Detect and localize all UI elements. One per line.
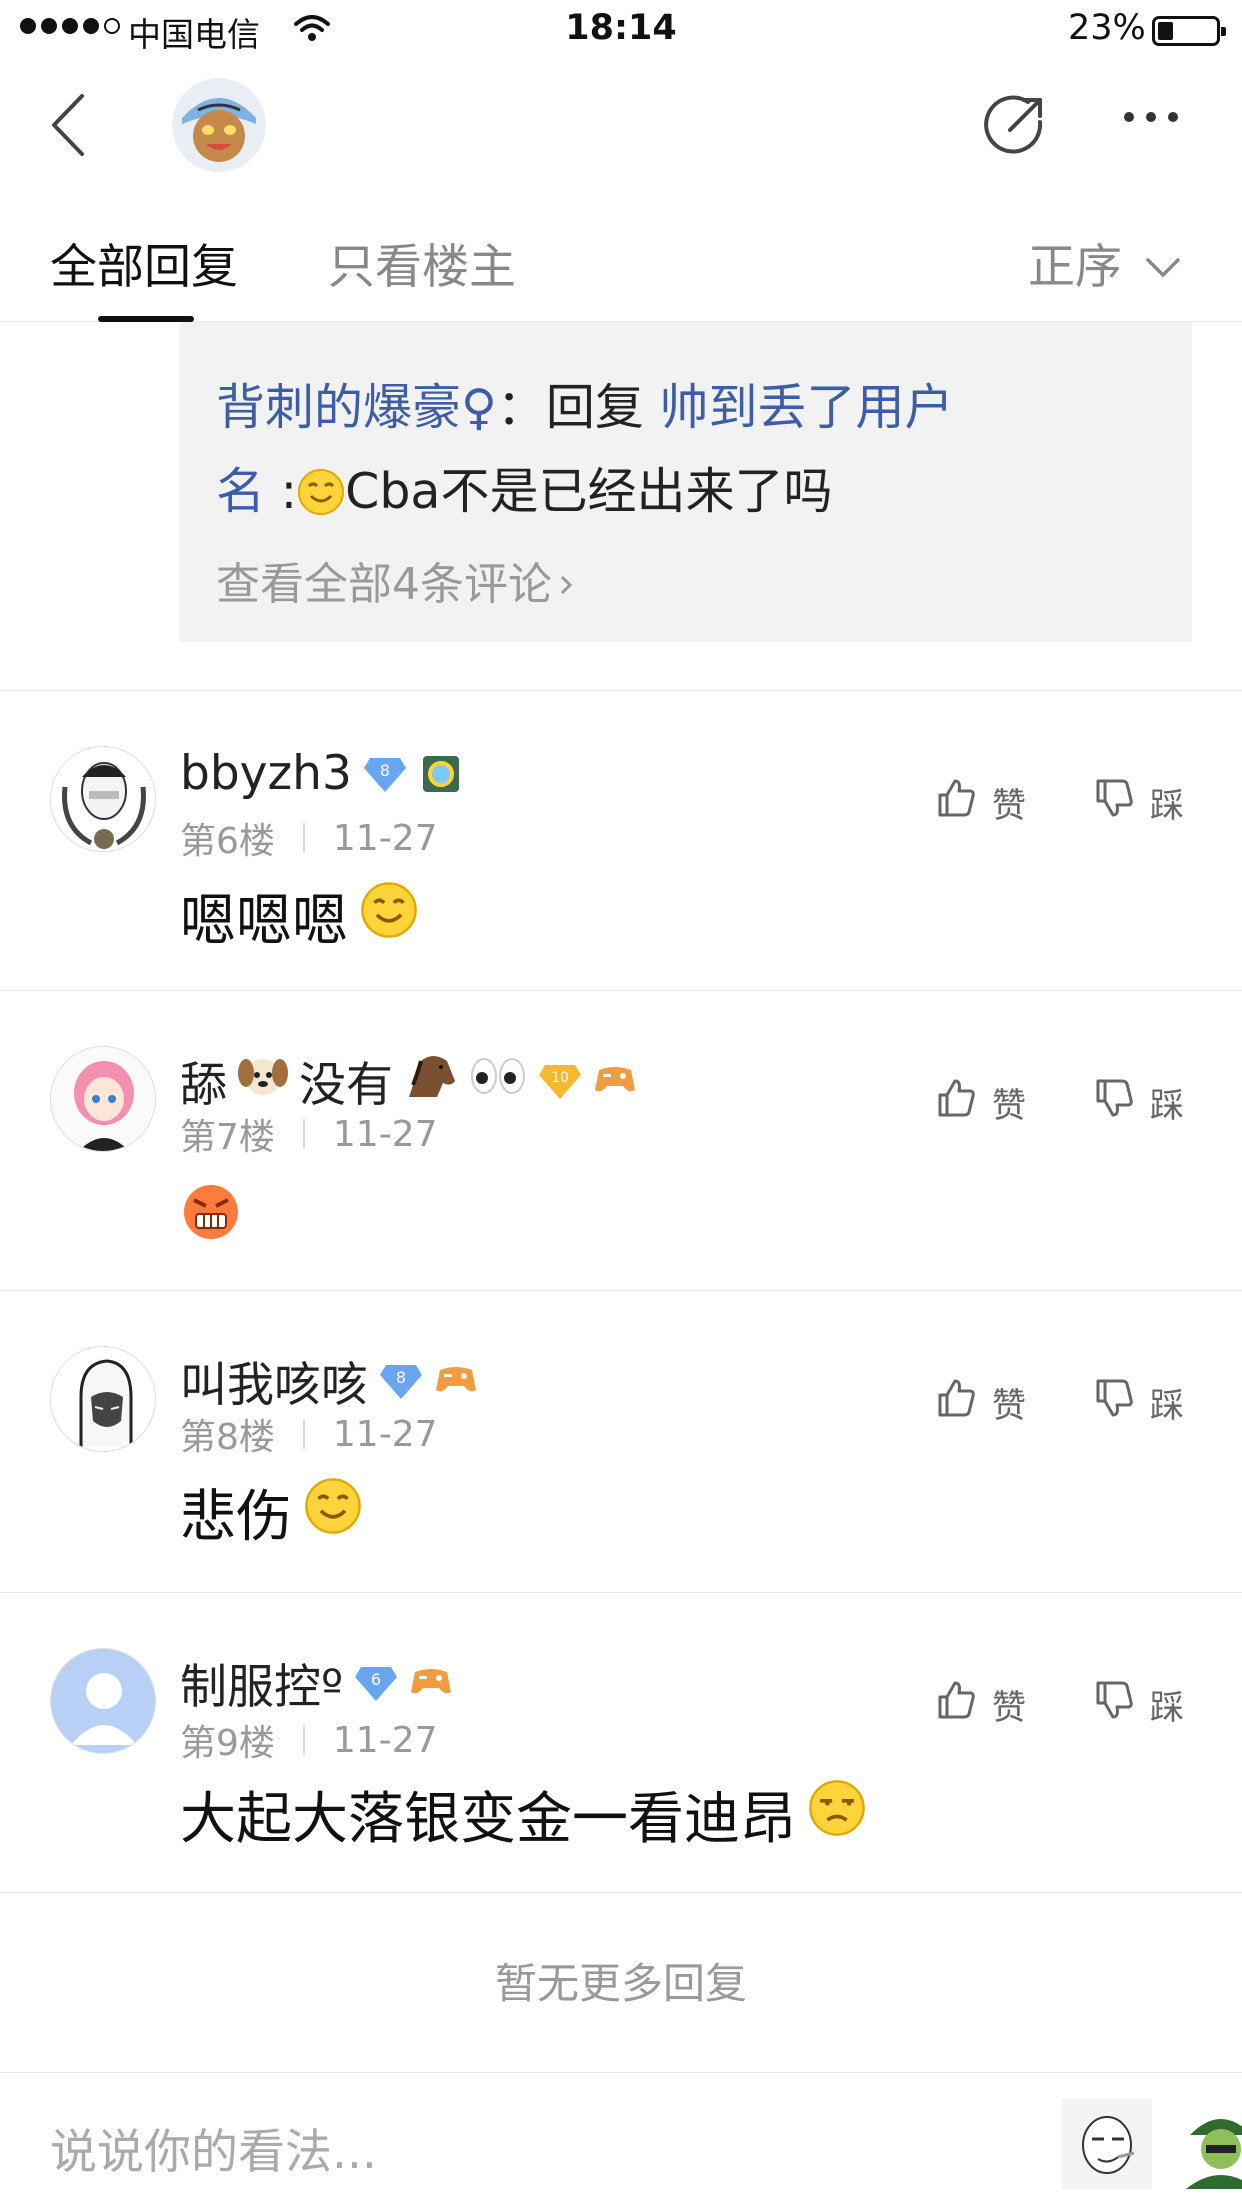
level-badge: 6	[353, 1663, 399, 1703]
username[interactable]: 舔 没有 10	[180, 1046, 637, 1115]
sub-comment-user[interactable]: 背刺的爆豪♀	[216, 379, 497, 436]
svg-text:10: 10	[551, 1070, 569, 1086]
more-icon[interactable]	[1124, 112, 1178, 122]
post-meta: 第7楼 11-27	[180, 1108, 438, 1160]
post-meta: 第6楼 11-27	[180, 812, 438, 864]
post-date: 11-27	[332, 1719, 438, 1761]
tab-op-only[interactable]: 只看楼主	[328, 228, 516, 297]
level-badge: 8	[378, 1361, 424, 1401]
like-button[interactable]: 赞	[936, 1378, 1026, 1427]
sticker-soldier-icon[interactable]	[1176, 2099, 1242, 2189]
thumbs-down-icon	[1094, 1680, 1134, 1729]
chevron-right-icon	[560, 555, 573, 606]
gear-badge-icon	[418, 754, 464, 794]
svg-text:8: 8	[396, 1368, 406, 1387]
thumbs-up-icon	[936, 1078, 976, 1127]
angry-emoji-icon	[180, 1180, 242, 1254]
dislike-button[interactable]: 踩	[1094, 778, 1184, 827]
post-content: 嗯嗯嗯	[180, 876, 418, 957]
chevron-down-icon	[1146, 235, 1180, 290]
post-content: 大起大落银变金一看迪昂	[180, 1774, 866, 1855]
gamepad-badge-icon	[434, 1353, 478, 1408]
dislike-button[interactable]: 踩	[1094, 1078, 1184, 1127]
level-badge: 8	[362, 754, 408, 794]
sub-comment-message: Cba不是已经出来了吗	[345, 463, 833, 520]
svg-text:8: 8	[380, 761, 390, 780]
reply-post: bbyzh3 8 第6楼 11-27 嗯嗯嗯 赞 踩	[0, 690, 1242, 990]
smile-emoji-icon	[304, 1477, 362, 1549]
nav-bar	[0, 62, 1242, 192]
floor-number: 第9楼	[180, 1723, 275, 1764]
gamepad-badge-icon	[593, 1053, 637, 1108]
clock: 18:14	[565, 8, 677, 48]
post-content	[180, 1180, 242, 1254]
thumbs-up-icon	[936, 778, 976, 827]
tab-all-replies[interactable]: 全部回复	[50, 228, 238, 297]
thumbs-down-icon	[1094, 1078, 1134, 1127]
reply-to-user[interactable]: 帅到丢了用户	[660, 379, 954, 436]
reply-post: 叫我咳咳 8 第8楼 11-27 悲伤 赞 踩	[0, 1290, 1242, 1590]
user-avatar[interactable]	[50, 1648, 156, 1754]
username[interactable]: 叫我咳咳 8	[180, 1346, 478, 1415]
post-date: 11-27	[332, 1113, 438, 1155]
like-button[interactable]: 赞	[936, 1680, 1026, 1729]
sub-comment-box[interactable]: 背刺的爆豪♀：回复 帅到丢了用户 名 : Cba不是已经出来了吗 查看全部4条评…	[180, 322, 1192, 642]
thumbs-up-icon	[936, 1680, 976, 1729]
thumbs-down-icon	[1094, 1378, 1134, 1427]
dislike-button[interactable]: 踩	[1094, 1378, 1184, 1427]
user-avatar[interactable]	[50, 1046, 156, 1152]
gamepad-badge-icon	[409, 1655, 453, 1710]
dog-emoji-icon	[237, 1051, 289, 1111]
author-avatar[interactable]	[172, 78, 266, 172]
comment-input[interactable]: 说说你的看法...	[50, 2113, 377, 2182]
smile-emoji-icon	[297, 458, 345, 542]
view-all-comments-link[interactable]: 查看全部4条评论	[216, 548, 573, 612]
chevron-left-icon[interactable]	[48, 92, 88, 162]
sub-comment-text: 背刺的爆豪♀：回复 帅到丢了用户 名 : Cba不是已经出来了吗	[216, 366, 1156, 542]
reply-post: 制服控º 6 第9楼 11-27 大起大落银变金一看迪昂 赞 踩	[0, 1592, 1242, 1892]
comment-input-bar: 说说你的看法...	[0, 2072, 1242, 2208]
level-badge: 10	[537, 1061, 583, 1101]
sticker-meme-icon[interactable]	[1062, 2099, 1152, 2189]
battery-percentage: 23%	[1068, 8, 1146, 48]
user-avatar[interactable]	[50, 1346, 156, 1452]
floor-number: 第6楼	[180, 821, 275, 862]
thumbs-up-icon	[936, 1378, 976, 1427]
username[interactable]: bbyzh3 8	[180, 746, 464, 801]
dislike-button[interactable]: 踩	[1094, 1680, 1184, 1729]
no-more-replies: 暂无更多回复	[494, 1959, 747, 2008]
user-avatar[interactable]	[50, 746, 156, 852]
unamused-emoji-icon	[808, 1779, 866, 1851]
eyes-emoji-icon	[469, 1053, 527, 1108]
floor-number: 第7楼	[180, 1117, 275, 1158]
thumbs-down-icon	[1094, 778, 1134, 827]
post-date: 11-27	[332, 817, 438, 859]
svg-text:6: 6	[371, 1670, 381, 1689]
sort-label: 正序	[1028, 240, 1122, 295]
smile-emoji-icon	[360, 881, 418, 953]
post-meta: 第8楼 11-27	[180, 1408, 438, 1460]
sort-dropdown[interactable]: 正序	[1028, 228, 1180, 297]
battery-icon	[1152, 16, 1226, 46]
post-content: 悲伤	[180, 1472, 362, 1553]
post-date: 11-27	[332, 1413, 438, 1455]
reply-tabs: 全部回复 只看楼主 正序	[0, 192, 1242, 322]
username[interactable]: 制服控º 6	[180, 1648, 453, 1717]
reply-post: 舔 没有 10 第7楼 11-27 赞 踩	[0, 990, 1242, 1290]
share-icon[interactable]	[982, 92, 1048, 162]
floor-number: 第8楼	[180, 1417, 275, 1458]
like-button[interactable]: 赞	[936, 778, 1026, 827]
status-bar: 中国电信 18:14 23%	[0, 0, 1242, 62]
divider	[0, 1892, 1242, 1893]
horse-emoji-icon	[403, 1051, 459, 1111]
like-button[interactable]: 赞	[936, 1078, 1026, 1127]
post-meta: 第9楼 11-27	[180, 1714, 438, 1766]
